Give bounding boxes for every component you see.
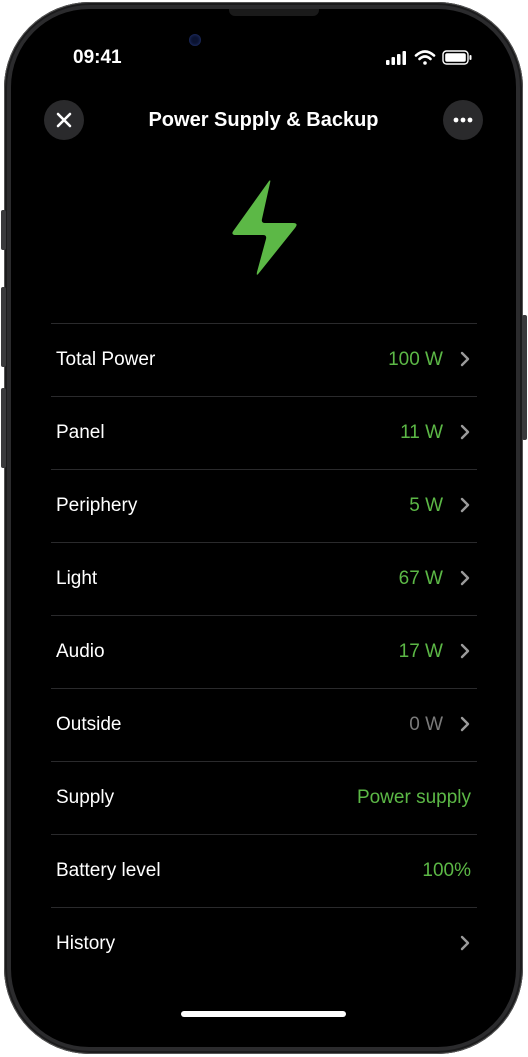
row-value: 5 W <box>409 495 443 516</box>
chevron-right-icon <box>460 643 470 659</box>
home-indicator[interactable] <box>181 1011 346 1017</box>
status-time: 09:41 <box>73 47 122 68</box>
row-label: Periphery <box>56 495 138 516</box>
row-label: Panel <box>56 422 105 443</box>
row-label: Supply <box>56 787 115 808</box>
power-button <box>522 315 527 440</box>
chevron-right-icon <box>460 497 470 513</box>
chevron-right-icon <box>460 570 470 586</box>
row-value: 100 W <box>388 349 443 370</box>
row-value: 100% <box>422 860 471 881</box>
battery-icon <box>442 50 472 65</box>
row-value: 67 W <box>398 568 443 589</box>
row-label: Total Power <box>56 349 156 370</box>
screen: 09:41 Power Supply & Backup Total Power … <box>11 9 516 1047</box>
row-label: Light <box>56 568 98 589</box>
chevron-right-icon <box>460 716 470 732</box>
wifi-icon <box>414 50 436 65</box>
list-row-outside[interactable]: Outside 0 W <box>51 688 477 761</box>
chevron-right-icon <box>460 424 470 440</box>
chevron-right-icon <box>460 935 470 951</box>
list-row-total-power[interactable]: Total Power 100 W <box>51 323 477 396</box>
row-label: History <box>56 933 116 954</box>
list-row-periphery[interactable]: Periphery 5 W <box>51 469 477 542</box>
row-label: Battery level <box>56 860 161 881</box>
volume-down-button <box>1 388 6 468</box>
row-value: 11 W <box>400 422 443 443</box>
row-value: 17 W <box>398 641 443 662</box>
lightning-bolt-icon <box>232 180 297 275</box>
speaker-grille <box>229 9 319 16</box>
chevron-right-icon <box>460 351 470 367</box>
list-row-battery-level: Battery level 100% <box>51 834 477 907</box>
row-value: 0 W <box>409 714 443 735</box>
list-row-audio[interactable]: Audio 17 W <box>51 615 477 688</box>
list-row-supply: Supply Power supply <box>51 761 477 834</box>
row-label: Audio <box>56 641 105 662</box>
more-options-button[interactable] <box>443 100 483 140</box>
volume-up-button <box>1 287 6 367</box>
page-title: Power Supply & Backup <box>148 109 379 131</box>
cellular-signal-icon <box>386 51 406 65</box>
mute-switch <box>1 210 6 250</box>
status-icons <box>386 50 472 65</box>
list-row-panel[interactable]: Panel 11 W <box>51 396 477 469</box>
power-list: Total Power 100 W Panel 11 W Periphery 5 W Lig… <box>51 323 477 980</box>
list-row-history[interactable]: History <box>51 907 477 980</box>
camera-icon <box>189 34 201 46</box>
row-label: Outside <box>56 714 122 735</box>
more-icon <box>453 117 473 123</box>
list-row-light[interactable]: Light 67 W <box>51 542 477 615</box>
row-value: Power supply <box>356 787 471 808</box>
